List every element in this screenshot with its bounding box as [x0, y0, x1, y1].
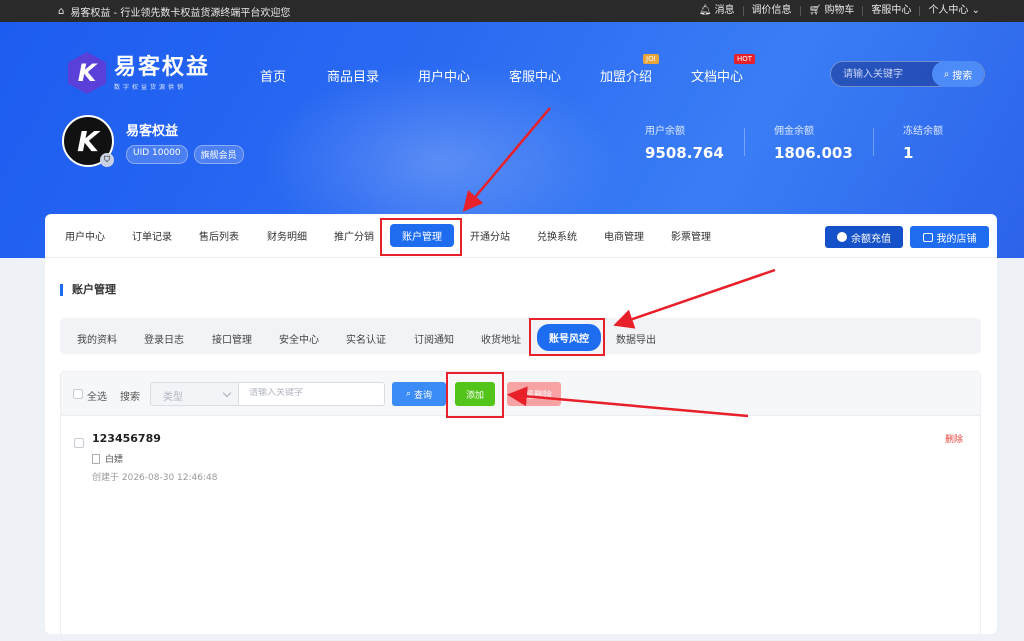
commission-balance: 佣金余额 1806.003	[774, 126, 853, 162]
type-select[interactable]: 类型	[150, 382, 239, 406]
search-icon: ⌕	[943, 68, 950, 80]
frozen-balance: 冻结余额 1	[903, 126, 943, 162]
nav-join[interactable]: 加盟介绍 JOI	[600, 54, 659, 85]
tab-after-sales[interactable]: 售后列表	[199, 228, 239, 243]
search-label: 搜索	[120, 392, 140, 403]
risk-panel: 全选 搜索 类型 ⌕查询 批量删除 添加 123456789 白嫖 创建于 20…	[60, 371, 981, 641]
logo-name: 易客权益	[114, 54, 211, 80]
subtab-login-log[interactable]: 登录日志	[144, 331, 184, 346]
list-item: 123456789 白嫖 创建于 2026-08-30 12:46:48 删除	[61, 432, 980, 492]
top-links: 🔔︎ 消息 调价信息 🛒︎ 购物车 客服中心 个人中心 ⌄	[691, 0, 988, 22]
record-created: 创建于 2026-08-30 12:46:48	[92, 473, 218, 483]
subtab-profile[interactable]: 我的资料	[77, 331, 117, 346]
coin-icon	[837, 232, 847, 242]
main-card: 用户中心 订单记录 售后列表 财务明细 推广分销 账户管理 开通分站 兑换系统 …	[45, 214, 997, 641]
sub-tabs: 我的资料 登录日志 接口管理 安全中心 实名认证 订阅通知 收货地址 账号风控 …	[60, 318, 981, 354]
highlight-box	[380, 218, 462, 256]
keyword-input[interactable]	[249, 388, 369, 398]
highlight-box	[446, 372, 504, 418]
tab-user-center[interactable]: 用户中心	[65, 228, 105, 243]
user-balance: 用户余额 9508.764	[645, 126, 724, 162]
document-icon	[92, 453, 100, 464]
subtab-export[interactable]: 数据导出	[616, 331, 656, 346]
logo-slogan: 数字权益货源供销	[114, 83, 187, 91]
subtab-api[interactable]: 接口管理	[212, 331, 252, 346]
tab-promotion[interactable]: 推广分销	[334, 228, 374, 243]
main-tabs: 用户中心 订单记录 售后列表 财务明细 推广分销 账户管理 开通分站 兑换系统 …	[45, 214, 997, 258]
tab-orders[interactable]: 订单记录	[132, 228, 172, 243]
keyword-field	[239, 382, 385, 406]
uid-badge: UID 10000	[126, 145, 188, 164]
row-checkbox[interactable]	[74, 438, 84, 448]
subtab-security[interactable]: 安全中心	[279, 331, 319, 346]
join-badge: JOI	[643, 54, 659, 64]
home-icon[interactable]: ⌂	[58, 6, 64, 17]
service-center-link[interactable]: 客服中心	[862, 6, 919, 16]
search-button[interactable]: ⌕ 搜索	[932, 61, 984, 87]
select-all-label: 全选	[87, 392, 107, 403]
filter-bar: 全选 搜索 类型 ⌕查询 批量删除 添加	[61, 372, 980, 416]
nav-service-center[interactable]: 客服中心	[509, 66, 561, 85]
shop-icon	[922, 232, 933, 242]
price-info-link[interactable]: 调价信息	[742, 6, 800, 16]
chevron-down-icon	[222, 388, 232, 398]
my-shop-button[interactable]: 我的店铺	[910, 226, 989, 248]
subtab-subscribe[interactable]: 订阅通知	[414, 331, 454, 346]
profile-name: 易客权益	[126, 124, 179, 139]
nav-user-center[interactable]: 用户中心	[418, 66, 470, 85]
site-logo[interactable]: K 易客权益 数字权益货源供销	[68, 52, 210, 94]
nav-home[interactable]: 首页	[260, 66, 286, 85]
search-icon: ⌕	[405, 389, 412, 399]
select-all-checkbox[interactable]	[73, 389, 83, 399]
tab-tickets[interactable]: 影票管理	[671, 228, 711, 243]
top-bar: ⌂ 易客权益 - 行业领先数卡权益货源终端平台欢迎您 🔔︎ 消息 调价信息 🛒︎…	[0, 0, 1024, 22]
avatar[interactable]: K ⛉	[62, 115, 114, 167]
level-badge: 旗舰会员	[193, 145, 244, 164]
tab-ecommerce[interactable]: 电商管理	[604, 228, 644, 243]
welcome-text: 易客权益 - 行业领先数卡权益货源终端平台欢迎您	[70, 7, 291, 19]
balance-divider	[744, 128, 745, 156]
nav-catalog[interactable]: 商品目录	[327, 66, 379, 85]
section-title: 账户管理	[60, 284, 116, 296]
subtab-address[interactable]: 收货地址	[481, 331, 521, 346]
search-input[interactable]	[843, 66, 933, 82]
record-type: 白嫖	[92, 452, 123, 465]
query-button[interactable]: ⌕ 查询	[392, 382, 446, 406]
hot-badge: HOT	[734, 54, 756, 64]
welcome-area: ⌂ 易客权益 - 行业领先数卡权益货源终端平台欢迎您	[58, 0, 290, 22]
balance-divider	[873, 128, 874, 156]
logo-mark: K	[68, 52, 106, 94]
shield-icon: ⛉	[100, 153, 114, 167]
cart-link[interactable]: 🛒︎ 购物车	[799, 6, 863, 16]
highlight-box	[529, 318, 605, 356]
nav-docs[interactable]: 文档中心 HOT	[691, 54, 756, 85]
recharge-button[interactable]: 余额充值	[825, 226, 903, 248]
personal-center-link[interactable]: 个人中心 ⌄	[919, 6, 988, 16]
batch-delete-button[interactable]: 批量删除	[507, 382, 561, 406]
tab-exchange[interactable]: 兑换系统	[537, 228, 577, 243]
messages-link[interactable]: 🔔︎ 消息	[691, 6, 743, 16]
search-box: ⌕搜索	[830, 61, 985, 87]
record-name: 123456789	[92, 432, 161, 445]
delete-link[interactable]: 删除	[945, 432, 963, 445]
tab-substation[interactable]: 开通分站	[470, 228, 510, 243]
subtab-real-name[interactable]: 实名认证	[346, 331, 386, 346]
tab-finance[interactable]: 财务明细	[267, 228, 307, 243]
